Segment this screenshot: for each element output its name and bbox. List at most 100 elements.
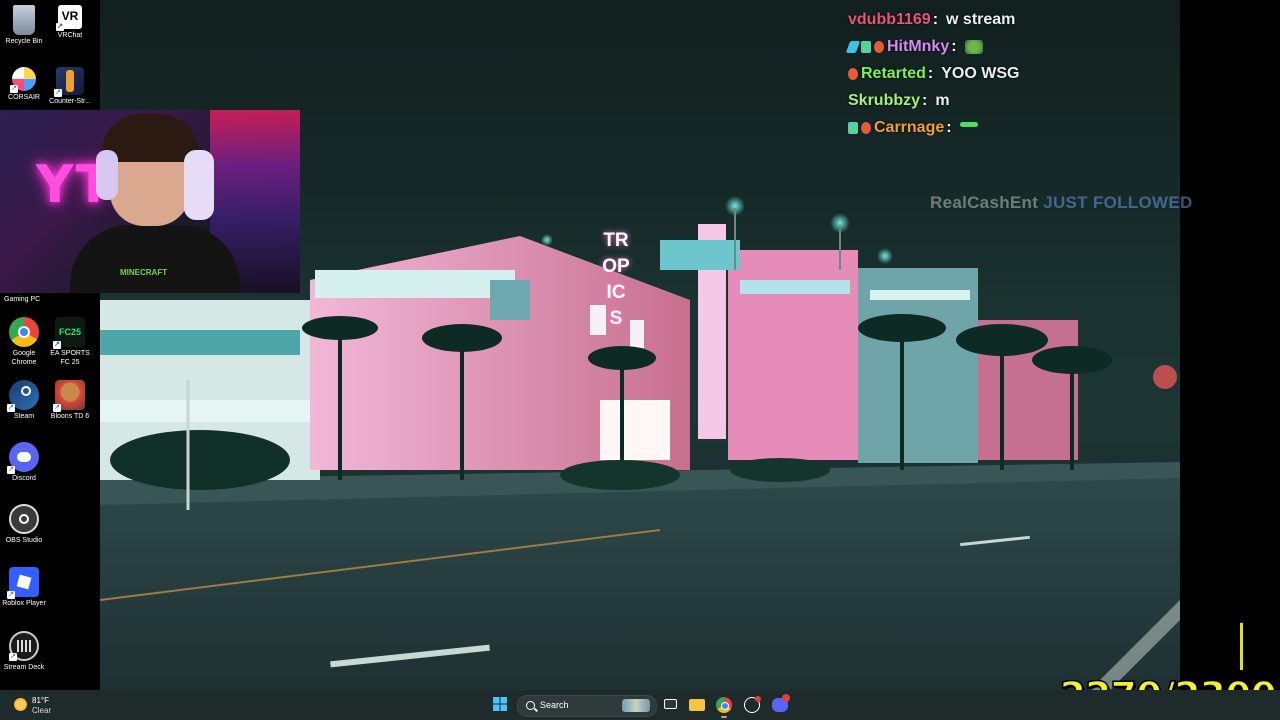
desktop-icon-label: CORSAIR — [8, 94, 40, 101]
shortcut-arrow-icon: ↗ — [53, 341, 61, 349]
chat-username: vdubb1169 — [848, 10, 931, 28]
vrchat-icon: VR ↗ — [56, 5, 82, 31]
chat-badge-icon — [848, 67, 858, 80]
desktop-icon-counter-strike[interactable]: ↗ Counter-Str... — [46, 67, 94, 106]
steam-icon: ↗ — [7, 380, 39, 412]
task-view-button[interactable] — [662, 696, 680, 714]
desktop-icon-label: Recycle Bin — [5, 38, 43, 45]
recycle-bin-icon — [13, 5, 35, 35]
taskbar-obs-studio[interactable] — [743, 696, 761, 714]
webcam-person-torso — [70, 225, 240, 293]
chat-separator: : — [922, 91, 928, 109]
chat-badge-icon — [845, 40, 861, 53]
desktop-icon-steam[interactable]: ↗ Steam — [0, 380, 48, 421]
chat-username: Retarted — [861, 64, 926, 82]
shortcut-arrow-icon: ↗ — [53, 404, 61, 412]
follow-alert: RealCashEnt JUST FOLLOWED — [930, 193, 1193, 213]
desktop-icon-label: VRChat — [57, 32, 83, 39]
desktop-icon-label: Google Chrome — [11, 350, 37, 366]
search-icon — [526, 701, 535, 710]
chat-message: HitMnky: — [845, 33, 1178, 60]
chat-separator: : — [951, 37, 957, 55]
ea-sports-fc-icon: FC25 ↗ — [53, 317, 85, 349]
chrome-icon — [716, 697, 732, 713]
shortcut-arrow-icon: ↗ — [7, 591, 15, 599]
chat-text: m — [935, 91, 950, 109]
desktop-icon-bloons-td[interactable]: ↗ Bloons TD 6 — [46, 380, 94, 421]
chat-message: Retarted: YOO WSG — [848, 60, 1178, 87]
desktop-icon-recycle-bin[interactable]: Recycle Bin — [0, 5, 48, 46]
desktop-icon-label: Discord — [12, 475, 36, 482]
chat-message: vdubb1169: w stream — [848, 6, 1178, 33]
bloons-td-icon: ↗ — [53, 380, 85, 412]
shortcut-arrow-icon: ↗ — [7, 404, 15, 412]
desktop-icon-roblox-player[interactable]: ↗ Roblox Player — [0, 567, 48, 608]
taskbar-file-explorer[interactable] — [688, 696, 706, 714]
search-placeholder: Search — [540, 700, 569, 710]
chat-text: w stream — [946, 10, 1016, 28]
goal-progress-fill — [1240, 622, 1243, 670]
roblox-icon: ↗ — [7, 567, 39, 599]
weather-condition: Clear — [32, 706, 52, 715]
task-view-icon — [664, 699, 677, 709]
desktop-right-area — [1180, 0, 1280, 690]
windows-logo-icon — [493, 697, 507, 711]
desktop-icon-label: Stream Deck — [3, 664, 45, 671]
shortcut-arrow-icon: ↗ — [9, 653, 17, 661]
desktop-icon-label: Counter-Str... — [49, 98, 91, 105]
chat-badge-icon — [861, 121, 871, 134]
chat-text: YOO WSG — [941, 64, 1020, 82]
chat-badge-icon — [874, 40, 884, 53]
vrchat-glyph: VR — [61, 9, 79, 23]
desktop-icon-stream-deck[interactable]: ↗ Stream Deck — [0, 631, 48, 672]
desktop-icon-obs-studio[interactable]: OBS Studio — [0, 504, 48, 545]
webcam-shirt-text: MINECRAFT — [120, 268, 168, 277]
desktop-icon-google-chrome[interactable]: Google Chrome — [0, 317, 48, 367]
tropics-sign-text: TROPICS — [602, 230, 630, 329]
pepe-emote-icon — [964, 39, 983, 54]
taskbar-search-box[interactable]: Search — [517, 695, 657, 717]
taskbar: 81°F Clear Search — [0, 690, 1280, 720]
desktop-icon-corsair[interactable]: ↗ CORSAIR — [0, 67, 48, 102]
chat-message: Carrnage: — [848, 114, 1178, 141]
corsair-icon: ↗ — [10, 67, 36, 93]
weather-temp: 81°F — [32, 696, 49, 705]
goal-progress-bar — [1240, 622, 1243, 670]
taskbar-google-chrome[interactable] — [715, 696, 733, 718]
green-bar-emote-icon — [959, 122, 978, 127]
chat-separator: : — [946, 118, 952, 136]
gaming-pc-label[interactable]: Gaming PC — [4, 296, 40, 303]
desktop-icon-vrchat[interactable]: VR ↗ VRChat — [46, 5, 94, 40]
chat-badge-icon — [861, 40, 871, 53]
chat-separator: : — [932, 10, 939, 28]
weather-sun-icon — [14, 698, 27, 711]
folder-icon — [689, 699, 705, 711]
shortcut-arrow-icon: ↗ — [54, 89, 62, 97]
stream-chat-overlay: vdubb1169: w stream HitMnky: Retarted: Y… — [845, 6, 1178, 141]
ea-fc-glyph: FC25 — [58, 327, 81, 337]
desktop-icon-label: OBS Studio — [5, 537, 43, 544]
windows-start-button[interactable] — [492, 696, 510, 714]
chrome-icon — [9, 317, 39, 347]
desktop-icon-label: EA SPORTS FC 25 — [50, 350, 90, 366]
search-highlight-image — [622, 699, 650, 712]
desktop-icon-label: Bloons TD 6 — [50, 413, 90, 420]
weather-widget[interactable]: 81°F Clear — [12, 694, 72, 716]
desktop-icon-label: Roblox Player — [2, 600, 46, 607]
headset-earcup — [184, 150, 214, 220]
taskbar-discord[interactable] — [771, 694, 790, 714]
chat-message: Skrubbzy: m — [848, 87, 1178, 114]
follow-alert-name: RealCashEnt — [930, 193, 1039, 212]
shortcut-arrow-icon: ↗ — [56, 23, 64, 31]
desktop-icon-label: Steam — [13, 413, 35, 420]
chat-badge-icon — [848, 121, 858, 134]
shortcut-arrow-icon: ↗ — [7, 466, 15, 474]
obs-studio-icon — [9, 504, 39, 534]
discord-icon: ↗ — [7, 442, 39, 474]
stream-deck-icon: ↗ — [9, 631, 39, 661]
desktop-icon-ea-sports-fc[interactable]: FC25 ↗ EA SPORTS FC 25 — [46, 317, 94, 367]
chat-username: Skrubbzy — [848, 91, 921, 109]
chat-separator: : — [927, 64, 934, 82]
chat-username: HitMnky — [887, 37, 950, 55]
desktop-icon-discord[interactable]: ↗ Discord — [0, 442, 48, 483]
